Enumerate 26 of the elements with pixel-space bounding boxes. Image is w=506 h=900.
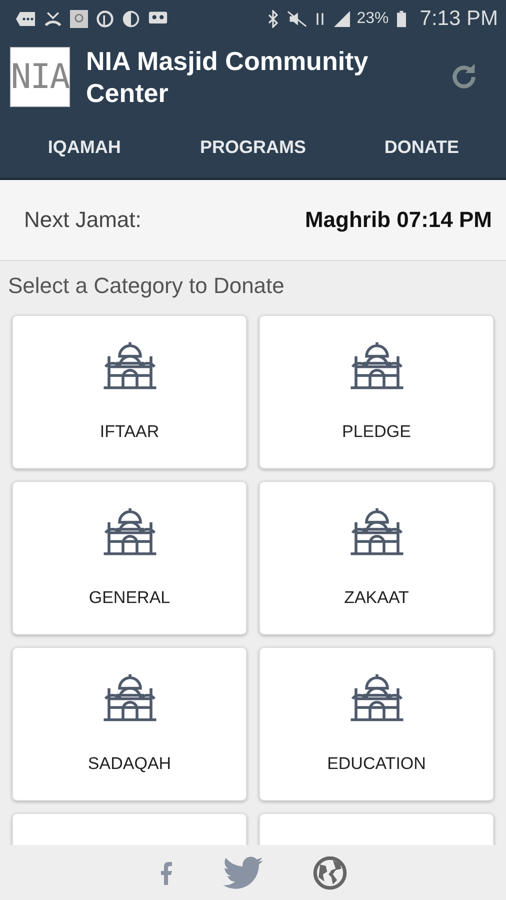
section-title: Select a Category to Donate [8,273,286,299]
battery-percent: 23% [356,10,389,28]
facebook-icon[interactable] [159,860,173,886]
tab[interactable]: DONATE [337,117,506,178]
next-jamat-time: Maghrib 07:14 PM [304,207,492,233]
battery-icon [396,10,406,28]
next-jamat-label: Next Jamat: [24,207,142,233]
app-title: NIA Masjid Community Center [86,45,370,109]
chat-icon [70,10,88,28]
signal-icon [332,10,351,28]
message-icon [16,10,36,26]
tab[interactable]: PROGRAMS [168,117,338,178]
category-card[interactable]: PLEDGE [259,315,494,469]
category-card[interactable]: IFTAAR [12,315,247,469]
mute-icon [286,10,307,28]
twitter-icon[interactable] [223,856,263,890]
missed-call-icon [44,10,62,28]
tab[interactable]: IQAMAH [0,117,169,178]
globe-icon[interactable] [313,856,347,890]
status-time: 7:13 PM [420,6,498,30]
category-card[interactable]: SADAQAH [12,647,247,801]
logo: NIA [10,47,70,107]
bluetooth-icon [266,10,279,28]
category-card[interactable]: EDUCATION [259,647,494,801]
category-card[interactable]: GENERAL [12,481,247,635]
category-card[interactable]: ZAKAAT [259,481,494,635]
